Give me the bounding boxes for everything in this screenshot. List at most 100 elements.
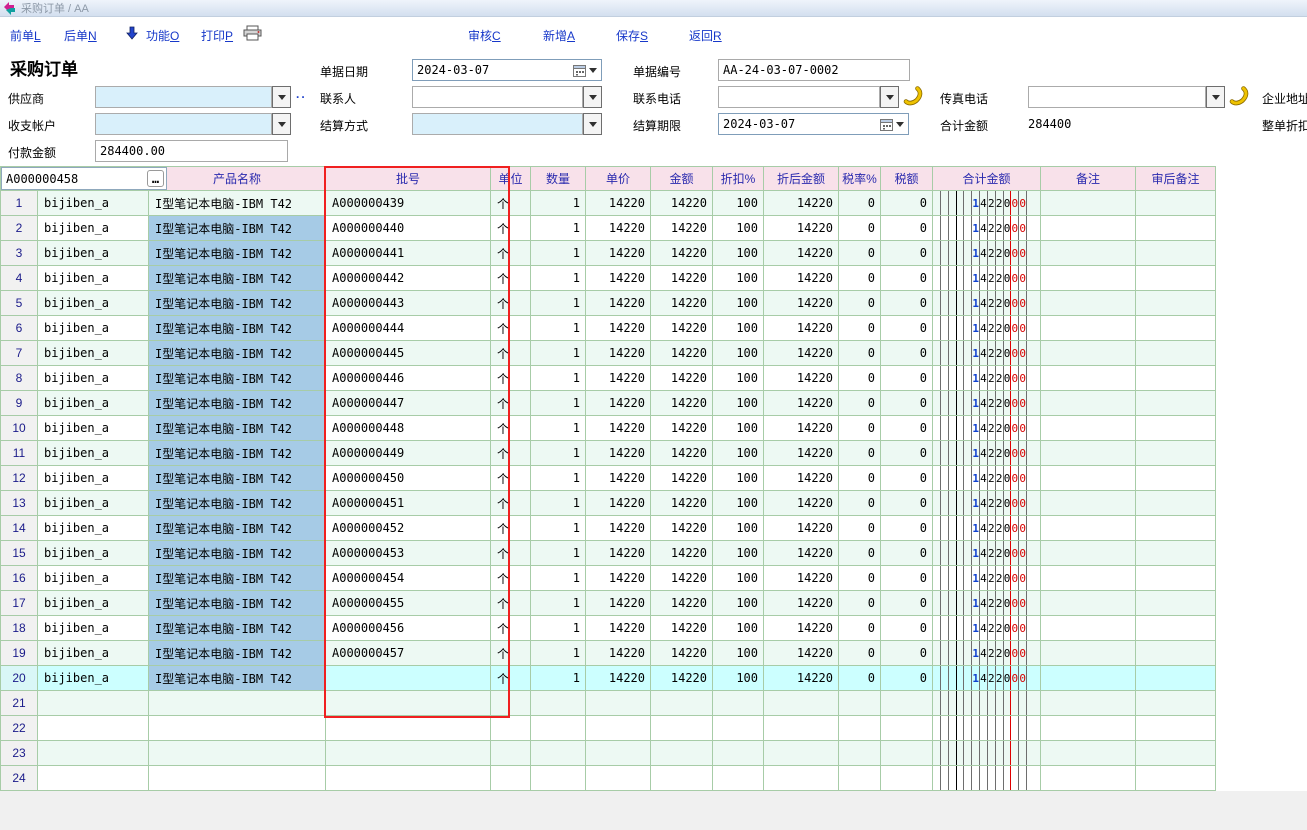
cell-code[interactable]: bijiben_a [38,241,149,266]
cell-amount[interactable] [651,766,713,791]
contact-phone-dropdown-button[interactable] [880,86,899,108]
cell-amount[interactable]: 14220 [651,491,713,516]
cell-unit[interactable] [491,741,531,766]
cell-code[interactable]: bijiben_a [38,416,149,441]
cell-total[interactable]: 1422000 [933,466,1041,491]
cell-name[interactable]: I型笔记本电脑-IBM T42 [149,591,326,616]
cell-tax[interactable]: 0 [881,616,933,641]
cell-remark[interactable] [1041,716,1136,741]
cell-after_discount[interactable]: 14220 [764,566,839,591]
cell-price[interactable]: 14220 [586,266,651,291]
cell-code[interactable]: bijiben_a [38,666,149,691]
prev-doc-button[interactable]: 前单L [10,27,41,44]
cell-no[interactable]: 2 [1,216,38,241]
cell-unit[interactable]: 个 [491,616,531,641]
cell-qty[interactable] [531,691,586,716]
cell-no[interactable]: 6 [1,316,38,341]
cell-qty[interactable]: 1 [531,466,586,491]
cell-unit[interactable]: 个 [491,316,531,341]
cell-discount[interactable]: 100 [713,491,764,516]
cell-audit_remark[interactable] [1136,266,1216,291]
cell-total[interactable]: 1422000 [933,516,1041,541]
cell-batch[interactable] [326,766,491,791]
cell-tax[interactable] [881,741,933,766]
audit-button[interactable]: 审核C [468,27,501,44]
cell-name[interactable]: I型笔记本电脑-IBM T42 [149,466,326,491]
cell-price[interactable]: 14220 [586,616,651,641]
cell-batch[interactable]: A000000451 [326,491,491,516]
contact-value[interactable] [412,86,583,108]
cell-amount[interactable]: 14220 [651,666,713,691]
cell-name[interactable] [149,741,326,766]
cell-batch[interactable]: A000000453 [326,541,491,566]
cell-batch[interactable] [326,741,491,766]
cell-qty[interactable]: 1 [531,641,586,666]
cell-total[interactable]: 1422000 [933,566,1041,591]
phone-icon[interactable] [903,86,923,106]
cell-code[interactable] [38,766,149,791]
cell-remark[interactable] [1041,266,1136,291]
cell-total[interactable]: 1422000 [933,666,1041,691]
cell-name[interactable]: I型笔记本电脑-IBM T42 [149,291,326,316]
cell-audit_remark[interactable] [1136,391,1216,416]
cell-no[interactable]: 15 [1,541,38,566]
cell-batch[interactable]: A000000440 [326,216,491,241]
cell-total[interactable] [933,691,1041,716]
cell-amount[interactable]: 14220 [651,191,713,216]
cell-price[interactable] [586,716,651,741]
function-button[interactable]: 功能O [146,27,179,44]
cell-amount[interactable]: 14220 [651,291,713,316]
cell-total[interactable]: 1422000 [933,341,1041,366]
contact-phone-combobox[interactable] [718,86,899,108]
cell-qty[interactable]: 1 [531,416,586,441]
cell-name[interactable]: I型笔记本电脑-IBM T42 [149,641,326,666]
cell-tax_rate[interactable]: 0 [839,566,881,591]
cell-discount[interactable]: 100 [713,466,764,491]
cell-remark[interactable] [1041,191,1136,216]
cell-tax_rate[interactable]: 0 [839,641,881,666]
cell-audit_remark[interactable] [1136,216,1216,241]
cell-batch[interactable]: A000000441 [326,241,491,266]
cell-tax_rate[interactable] [839,716,881,741]
cell-remark[interactable] [1041,291,1136,316]
cell-tax[interactable]: 0 [881,566,933,591]
cell-total[interactable] [933,741,1041,766]
cell-name[interactable]: I型笔记本电脑-IBM T42 [149,316,326,341]
cell-price[interactable]: 14220 [586,641,651,666]
cell-discount[interactable] [713,741,764,766]
cell-amount[interactable]: 14220 [651,591,713,616]
cell-price[interactable]: 14220 [586,241,651,266]
cell-batch[interactable]: A000000454 [326,566,491,591]
cell-unit[interactable]: 个 [491,341,531,366]
cell-after_discount[interactable] [764,741,839,766]
cell-batch[interactable]: A000000444 [326,316,491,341]
cell-qty[interactable]: 1 [531,366,586,391]
cell-after_discount[interactable] [764,716,839,741]
cell-tax_rate[interactable]: 0 [839,516,881,541]
cell-discount[interactable] [713,691,764,716]
cell-after_discount[interactable]: 14220 [764,316,839,341]
cell-price[interactable]: 14220 [586,316,651,341]
cell-tax[interactable]: 0 [881,316,933,341]
cell-tax_rate[interactable]: 0 [839,341,881,366]
cell-code[interactable]: bijiben_a [38,541,149,566]
cell-audit_remark[interactable] [1136,566,1216,591]
cell-remark[interactable] [1041,416,1136,441]
cell-no[interactable]: 5 [1,291,38,316]
cell-code[interactable]: bijiben_a [38,441,149,466]
cell-unit[interactable] [491,716,531,741]
cell-discount[interactable]: 100 [713,616,764,641]
cell-after_discount[interactable]: 14220 [764,541,839,566]
cell-discount[interactable]: 100 [713,241,764,266]
cell-amount[interactable]: 14220 [651,566,713,591]
cell-price[interactable]: 14220 [586,591,651,616]
cell-audit_remark[interactable] [1136,766,1216,791]
cell-remark[interactable] [1041,566,1136,591]
cell-price[interactable] [586,766,651,791]
cell-after_discount[interactable]: 14220 [764,516,839,541]
cell-total[interactable]: 1422000 [933,316,1041,341]
cell-name[interactable]: I型笔记本电脑-IBM T42 [149,366,326,391]
cell-price[interactable]: 14220 [586,216,651,241]
cell-total[interactable]: 1422000 [933,616,1041,641]
cell-tax_rate[interactable]: 0 [839,666,881,691]
